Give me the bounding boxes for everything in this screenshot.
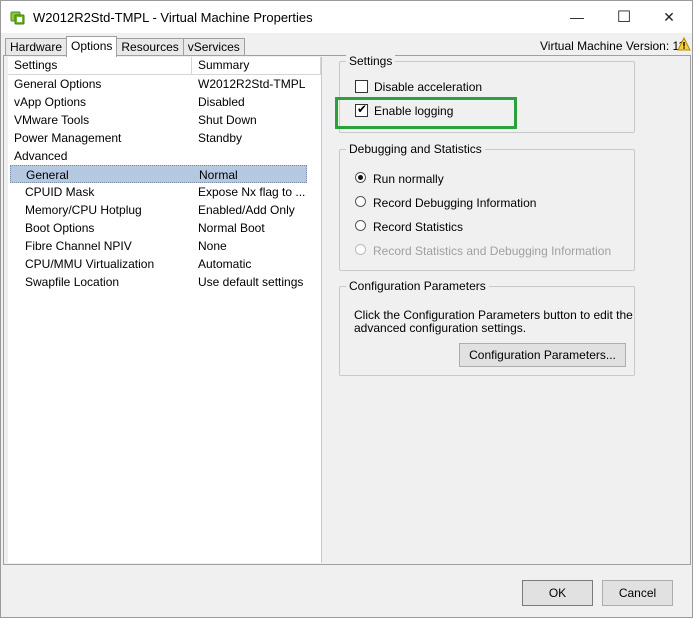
column-header-settings[interactable]: Settings	[8, 57, 192, 74]
list-item-name: General	[26, 168, 69, 182]
vm-version-label: Virtual Machine Version: 11	[540, 39, 685, 53]
list-item-name: VMware Tools	[14, 113, 90, 127]
title-bar[interactable]: W2012R2Std-TMPL - Virtual Machine Proper…	[1, 1, 692, 33]
configuration-parameters-button[interactable]: Configuration Parameters...	[459, 343, 626, 367]
debugging-group-title: Debugging and Statistics	[346, 142, 485, 156]
warning-icon[interactable]	[677, 37, 691, 51]
config-group-title: Configuration Parameters	[346, 279, 489, 293]
disable-acceleration-label[interactable]: Disable acceleration	[374, 80, 482, 94]
disable-acceleration-checkbox[interactable]	[355, 80, 368, 93]
minimize-button[interactable]: —	[554, 1, 600, 33]
list-item-boot-options[interactable]: Boot Options Normal Boot	[8, 219, 321, 237]
settings-list[interactable]: Settings Summary General Options W2012R2…	[8, 57, 322, 563]
list-item-summary: Standby	[198, 131, 243, 145]
list-item-cpu-mmu-virtualization[interactable]: CPU/MMU Virtualization Automatic	[8, 255, 321, 273]
record-debugging-radio[interactable]	[355, 196, 366, 207]
tab-options[interactable]: Options	[66, 36, 118, 57]
list-item-vmware-tools[interactable]: VMware Tools Shut Down	[8, 111, 321, 129]
list-item-name: Memory/CPU Hotplug	[25, 203, 142, 217]
run-normally-radio[interactable]	[355, 172, 366, 183]
vsphere-app-icon	[10, 11, 25, 25]
settings-list-header: Settings Summary	[8, 57, 321, 75]
list-item-name: Swapfile Location	[25, 275, 120, 289]
list-item-name: CPUID Mask	[25, 185, 95, 199]
annotation-highlight-box	[335, 97, 517, 129]
list-item-name: General Options	[14, 77, 102, 91]
list-item-memory-cpu-hotplug[interactable]: Memory/CPU Hotplug Enabled/Add Only	[8, 201, 321, 219]
tab-strip: Hardware Options Resources vServices	[5, 36, 245, 57]
ok-button[interactable]: OK	[522, 580, 593, 606]
settings-group-title: Settings	[346, 54, 396, 68]
tab-hardware[interactable]: Hardware	[5, 38, 68, 56]
list-item-vapp-options[interactable]: vApp Options Disabled	[8, 93, 321, 111]
list-item-summary: Expose Nx flag to ...	[198, 185, 306, 199]
list-item-summary: Enabled/Add Only	[198, 203, 295, 217]
record-stats-and-debugging-radio	[355, 244, 366, 255]
maximize-icon: ☐	[616, 9, 632, 26]
list-item-fibre-channel-npiv[interactable]: Fibre Channel NPIV None	[8, 237, 321, 255]
record-debugging-label[interactable]: Record Debugging Information	[373, 196, 536, 210]
list-item-summary: Use default settings	[198, 275, 304, 289]
config-description-line1: Click the Configuration Parameters butto…	[354, 308, 633, 322]
record-statistics-radio[interactable]	[355, 220, 366, 231]
list-item-name: vApp Options	[14, 95, 87, 109]
list-item-name: Advanced	[14, 149, 68, 163]
list-item-name: Power Management	[14, 131, 122, 145]
run-normally-label[interactable]: Run normally	[373, 172, 444, 186]
window-title: W2012R2Std-TMPL - Virtual Machine Proper…	[33, 10, 313, 25]
list-item-summary: None	[198, 239, 227, 253]
cancel-button[interactable]: Cancel	[602, 580, 673, 606]
list-item-summary: Normal Boot	[198, 221, 265, 235]
minimize-icon: —	[570, 9, 584, 25]
list-item-summary: Normal	[199, 168, 238, 182]
vm-properties-window: W2012R2Std-TMPL - Virtual Machine Proper…	[0, 0, 693, 618]
list-item-advanced[interactable]: Advanced	[8, 147, 321, 165]
record-statistics-label[interactable]: Record Statistics	[373, 220, 463, 234]
close-icon: ✕	[663, 8, 675, 25]
list-item-summary: Shut Down	[198, 113, 257, 127]
list-item-name: Fibre Channel NPIV	[25, 239, 132, 253]
list-item-summary: Automatic	[198, 257, 252, 271]
column-header-summary[interactable]: Summary	[192, 57, 321, 74]
list-item-power-management[interactable]: Power Management Standby	[8, 129, 321, 147]
list-item-swapfile-location[interactable]: Swapfile Location Use default settings	[8, 273, 321, 291]
list-item-summary: Disabled	[198, 95, 245, 109]
close-button[interactable]: ✕	[646, 1, 692, 33]
list-item-summary: W2012R2Std-TMPL	[198, 77, 306, 91]
list-item-general-options[interactable]: General Options W2012R2Std-TMPL	[8, 75, 321, 93]
list-item-cpuid-mask[interactable]: CPUID Mask Expose Nx flag to ...	[8, 183, 321, 201]
tab-vservices[interactable]: vServices	[182, 38, 245, 56]
list-item-name: Boot Options	[25, 221, 95, 235]
maximize-button[interactable]: ☐	[601, 1, 647, 33]
record-stats-and-debugging-label: Record Statistics and Debugging Informat…	[373, 244, 612, 258]
tab-resources[interactable]: Resources	[116, 38, 184, 56]
list-item-name: CPU/MMU Virtualization	[25, 257, 155, 271]
list-item-general-selected[interactable]: General Normal	[10, 165, 307, 183]
config-description-line2: advanced configuration settings.	[354, 321, 527, 335]
